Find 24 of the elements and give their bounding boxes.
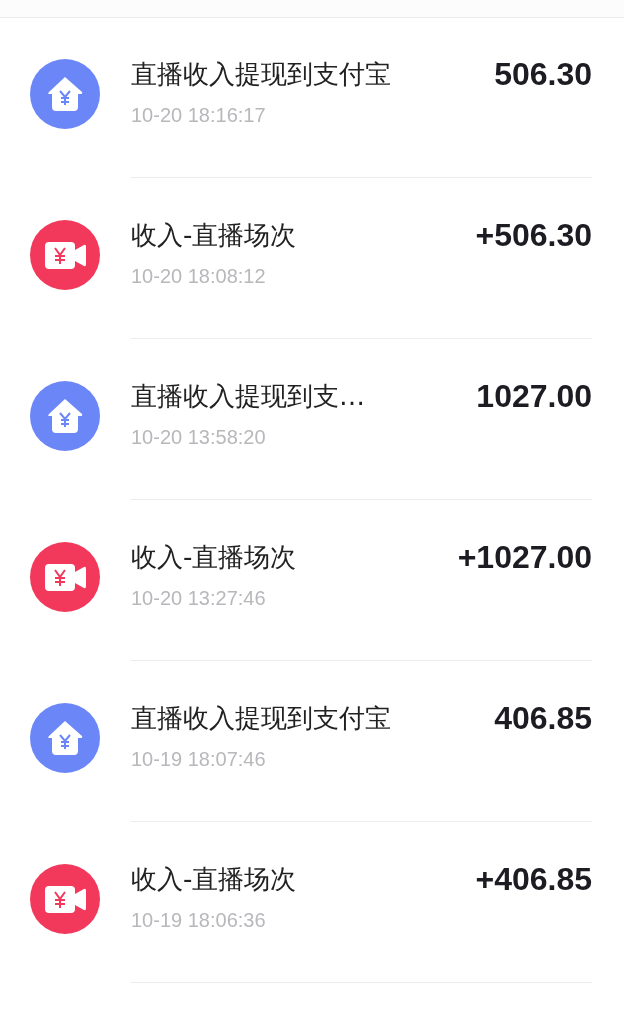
transaction-amount: +1027.00 bbox=[457, 539, 592, 575]
transaction-time: 10-19 18:06:36 bbox=[131, 909, 267, 932]
transaction-title: 收入-直播场次 bbox=[131, 541, 297, 574]
video-yen-icon bbox=[30, 220, 100, 290]
transaction-title: 直播收入提现到支付宝 bbox=[131, 58, 391, 91]
house-yen-icon bbox=[30, 703, 100, 773]
transaction-time: 10-19 18:07:46 bbox=[131, 748, 267, 771]
transaction-amount: 1027.00 bbox=[476, 378, 592, 414]
transaction-title: 直播收入提现到支付宝 bbox=[131, 702, 391, 735]
transaction-time: 10-20 13:27:46 bbox=[131, 587, 267, 610]
transaction-title: 收入-直播场次 bbox=[131, 219, 297, 252]
video-yen-icon bbox=[30, 864, 100, 934]
video-yen-icon bbox=[30, 542, 100, 612]
house-yen-icon bbox=[30, 381, 100, 451]
transaction-amount: +506.30 bbox=[475, 217, 592, 253]
transaction-amount: 406.85 bbox=[494, 700, 592, 736]
transaction-time: 10-20 18:08:12 bbox=[131, 265, 267, 288]
transaction-amount: 506.30 bbox=[494, 56, 592, 92]
transaction-amount: +406.85 bbox=[475, 861, 592, 897]
transaction-title: 直播收入提现到支… bbox=[131, 380, 365, 413]
house-yen-icon bbox=[30, 59, 100, 129]
transaction-time: 10-20 13:58:20 bbox=[131, 426, 267, 449]
transaction-title: 收入-直播场次 bbox=[131, 863, 297, 896]
transaction-time: 10-20 18:16:17 bbox=[131, 104, 267, 127]
